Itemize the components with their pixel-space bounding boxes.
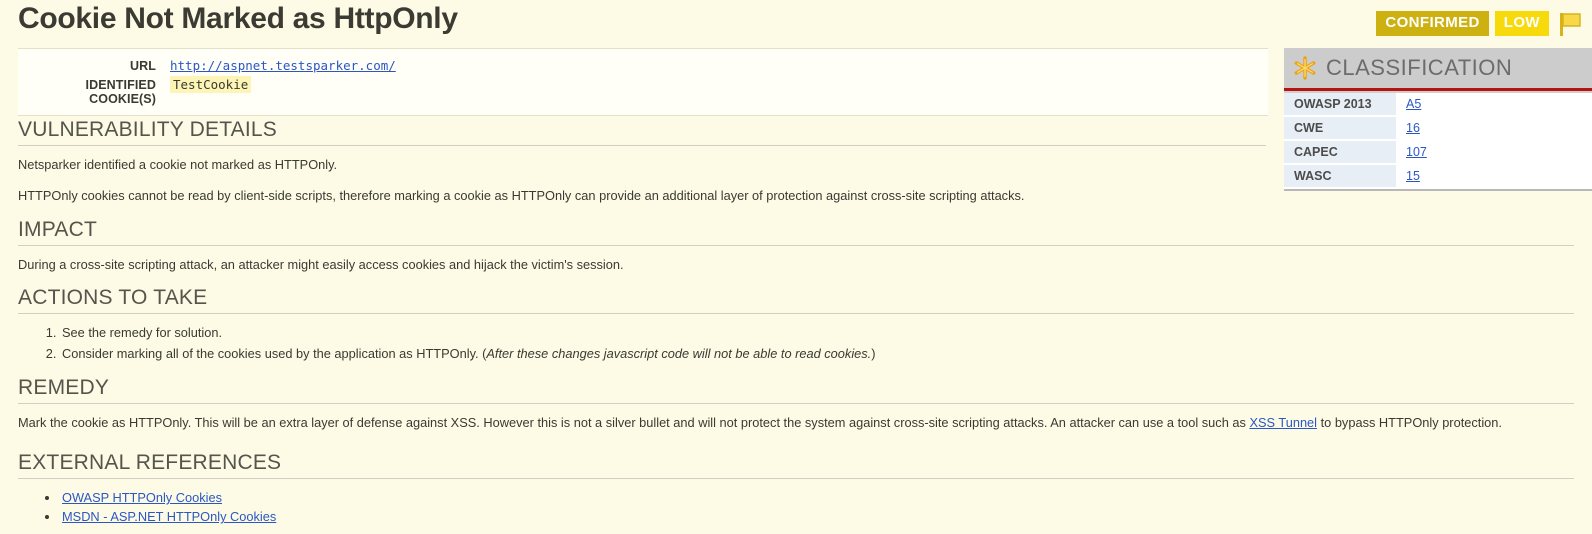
external-reference-link[interactable]: OWASP HTTPOnly Cookies [62,490,222,505]
asterisk-icon [1292,55,1318,81]
url-value: http://aspnet.testsparker.com/ [170,58,396,73]
classification-key: WASC [1284,164,1396,188]
status-badge-confirmed: CONFIRMED [1376,11,1488,36]
actions-list: See the remedy for solution. Consider ma… [18,323,1574,364]
identified-cookies-label: IDENTIFIED COOKIE(S) [18,78,170,106]
classification-key: CWE [1284,116,1396,140]
heading-divider [18,478,1574,479]
table-row: CAPEC 107 [1284,140,1592,164]
external-reference-link[interactable]: MSDN - ASP.NET HTTPOnly Cookies [62,509,276,524]
identified-cookies-value: TestCookie [170,77,251,92]
cookie-name-chip: TestCookie [170,76,251,93]
page-header: Cookie Not Marked as HttpOnly CONFIRMED … [0,0,1592,46]
classification-key: CAPEC [1284,140,1396,164]
remedy-paragraph: Mark the cookie as HTTPOnly. This will b… [18,413,1574,433]
heading-divider [18,313,1574,314]
section-remedy: REMEDY Mark the cookie as HTTPOnly. This… [18,376,1574,433]
classification-value-link[interactable]: 15 [1406,169,1420,183]
classification-key: OWASP 2013 [1284,93,1396,116]
info-row-cookie: IDENTIFIED COOKIE(S) TestCookie [18,75,1268,108]
classification-title: CLASSIFICATION [1326,55,1512,81]
heading-divider [18,245,1574,246]
classification-value: 107 [1396,140,1592,164]
status-badge-severity: LOW [1495,11,1549,36]
list-item: MSDN - ASP.NET HTTPOnly Cookies [60,507,1574,526]
external-references-heading: EXTERNAL REFERENCES [18,451,1574,478]
info-row-url: URL http://aspnet.testsparker.com/ [18,56,1268,75]
action-text-suffix: ) [871,346,875,361]
list-item: OWASP HTTPOnly Cookies [60,488,1574,507]
page-title: Cookie Not Marked as HttpOnly [18,2,458,36]
table-row: OWASP 2013 A5 [1284,93,1592,116]
classification-header: CLASSIFICATION [1284,48,1592,91]
heading-divider [18,145,1266,146]
action-text: Consider marking all of the cookies used… [62,346,486,361]
impact-paragraph: During a cross-site scripting attack, an… [18,255,1574,275]
remedy-heading: REMEDY [18,376,1574,403]
list-item: Consider marking all of the cookies used… [60,344,1574,364]
xss-tunnel-link[interactable]: XSS Tunnel [1249,415,1317,430]
external-references-list: OWASP HTTPOnly Cookies MSDN - ASP.NET HT… [18,488,1574,526]
section-external-references: EXTERNAL REFERENCES OWASP HTTPOnly Cooki… [18,451,1574,526]
vulnerability-info-box: URL http://aspnet.testsparker.com/ IDENT… [18,48,1268,116]
flag-icon[interactable] [1558,11,1582,37]
remedy-text-before-link: Mark the cookie as HTTPOnly. This will b… [18,415,1249,430]
table-row: CWE 16 [1284,116,1592,140]
classification-value-link[interactable]: A5 [1406,97,1421,111]
section-impact: IMPACT During a cross-site scripting att… [18,218,1574,275]
section-actions-to-take: ACTIONS TO TAKE See the remedy for solut… [18,286,1574,364]
classification-table: OWASP 2013 A5 CWE 16 CAPEC 107 WASC [1284,93,1592,189]
classification-value-link[interactable]: 16 [1406,121,1420,135]
classification-panel: CLASSIFICATION OWASP 2013 A5 CWE 16 CAPE… [1284,48,1592,191]
list-item: See the remedy for solution. [60,323,1574,343]
impact-heading: IMPACT [18,218,1574,245]
classification-value-link[interactable]: 107 [1406,145,1427,159]
remedy-text-after-link: to bypass HTTPOnly protection. [1317,415,1502,430]
status-badges: CONFIRMED LOW [1376,10,1582,36]
classification-value: 15 [1396,164,1592,188]
heading-divider [18,403,1574,404]
action-text-italic: After these changes javascript code will… [486,346,871,361]
action-text: See the remedy for solution. [62,325,222,340]
url-label: URL [18,59,170,73]
classification-value: A5 [1396,93,1592,116]
actions-to-take-heading: ACTIONS TO TAKE [18,286,1574,313]
target-url-link[interactable]: http://aspnet.testsparker.com/ [170,58,396,73]
classification-value: 16 [1396,116,1592,140]
table-row: WASC 15 [1284,164,1592,188]
